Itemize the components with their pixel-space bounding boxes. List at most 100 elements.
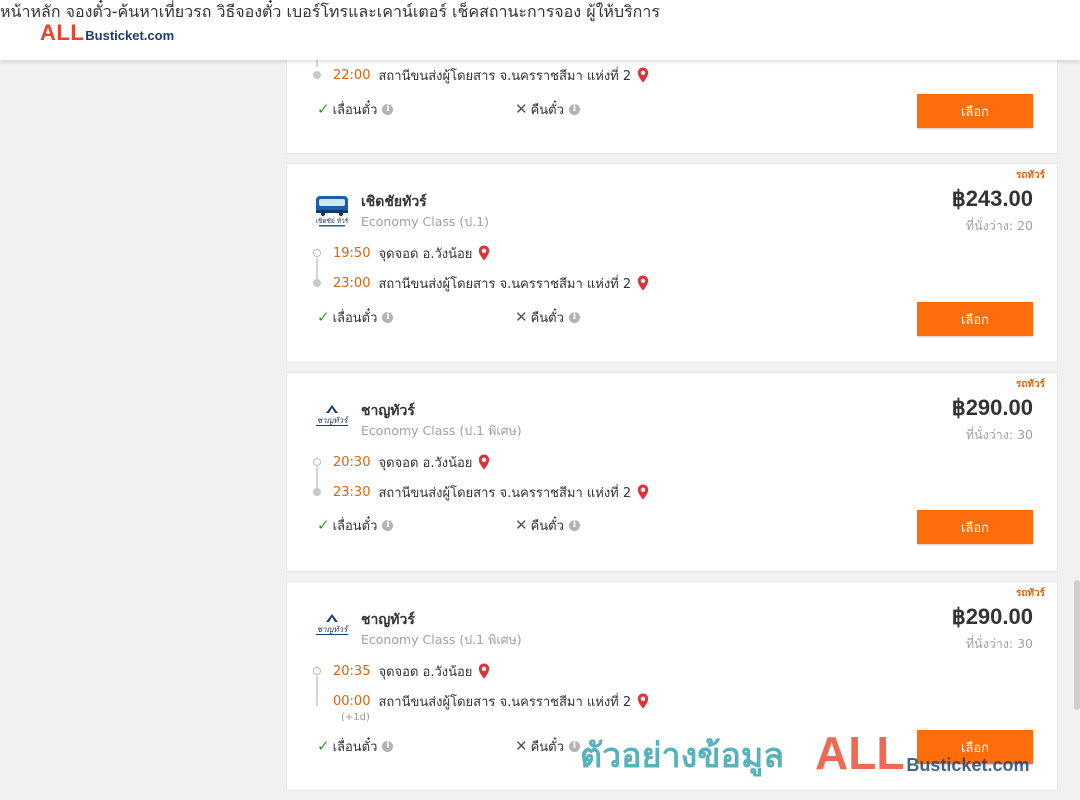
seats-available: ที่นั่งว่าง: 30 [965,427,1033,442]
scrollbar-thumb[interactable] [1074,580,1080,710]
refund-policy: ✕ คืนตั๋ว i [515,307,580,327]
check-icon: ✓ [317,737,330,755]
refund-label: คืนตั๋ว [530,739,564,755]
operator-logo: ชาญทัวร์ [313,610,351,648]
x-icon: ✕ [515,100,528,118]
arrival-time: 00:00 [333,693,371,709]
map-pin-icon[interactable] [637,67,649,83]
seats-available: ที่นั่งว่าง: 20 [965,218,1033,233]
departure-stop: 19:50 จุดจอด อ.วังน้อย [313,243,490,263]
stop-dot [313,249,321,257]
departure-time: 19:50 [333,245,371,261]
info-icon[interactable]: i [382,519,394,531]
reschedule-label: เลื่อนตั๋ว [332,102,378,118]
next-day-indicator: (+1d) [341,712,370,723]
trip-card: รถทัวร์ ชาญทัวร์ ชาญทัวร์ Economy Class … [286,372,1058,572]
operator-logo: เชิดชัย ทัวร์ [313,192,351,230]
stop-dot [313,488,321,496]
watermark-logo: ALL Busticket.com [815,726,1029,780]
select-button[interactable]: เลือก [917,94,1033,128]
top-navbar: ALL Busticket.com หน้าหลัก จองตั๋ว-ค้นหา… [0,0,1080,60]
seats-available: ที่นั่งว่าง: 30 [965,636,1033,651]
ticket-price: ฿290.00 [951,604,1033,629]
logo-caption: ชาญทัวร์ [317,624,350,634]
info-icon[interactable]: i [382,740,394,752]
departure-place: จุดจอด อ.วังน้อย [378,455,473,471]
watermark-logo-domain: Busticket.com [906,755,1030,775]
reschedule-label: เลื่อนตั๋ว [332,518,378,534]
select-button[interactable]: เลือก [917,302,1033,336]
info-icon[interactable]: i [568,311,580,323]
arrival-time: 23:30 [333,484,371,500]
reschedule-policy: ✓ เลื่อนตั๋ว i [317,736,394,756]
arrival-place: สถานีขนส่งผู้โดยสาร จ.นครราชสีมา แห่งที่… [378,485,632,501]
refund-policy: ✕ คืนตั๋ว i [515,99,580,119]
bus-type-tag: รถทัวร์ [1015,588,1045,599]
reschedule-policy: ✓ เลื่อนตั๋ว i [317,515,394,535]
arrival-time: 22:00 [333,67,371,83]
map-pin-icon[interactable] [637,484,649,500]
refund-label: คืนตั๋ว [530,518,564,534]
select-button[interactable]: เลือก [917,510,1033,544]
reschedule-policy: ✓ เลื่อนตั๋ว i [317,307,394,327]
departure-stop: 20:35 จุดจอด อ.วังน้อย [313,661,490,681]
info-icon[interactable]: i [568,740,580,752]
info-icon[interactable]: i [568,519,580,531]
operator-name: ชาญทัวร์ [361,403,415,419]
departure-time: 20:35 [333,663,371,679]
x-icon: ✕ [515,737,528,755]
refund-label: คืนตั๋ว [530,102,564,118]
site-logo[interactable]: ALL Busticket.com [40,20,174,45]
logo-all-text: ALL [40,20,85,45]
departure-stop: 20:30 จุดจอด อ.วังน้อย [313,452,490,472]
nav-check-booking[interactable]: เช็คสถานะการจอง [452,2,581,21]
map-pin-icon[interactable] [478,454,490,470]
nav-book-search[interactable]: จองตั๋ว-ค้นหาเที่ยวรถ [66,2,212,21]
operator-name: ชาญทัวร์ [361,612,415,628]
x-icon: ✕ [515,516,528,534]
arrival-place: สถานีขนส่งผู้โดยสาร จ.นครราชสีมา แห่งที่… [378,68,632,84]
info-icon[interactable]: i [382,311,394,323]
reschedule-label: เลื่อนตั๋ว [332,739,378,755]
logo-caption: เชิดชัย ทัวร์ [316,217,349,225]
nav-home[interactable]: หน้าหลัก [0,2,61,21]
x-icon: ✕ [515,308,528,326]
arrival-time: 23:00 [333,275,371,291]
info-icon[interactable]: i [568,103,580,115]
refund-label: คืนตั๋ว [530,310,564,326]
logo-caption: ชาญทัวร์ [317,415,350,425]
map-pin-icon[interactable] [637,693,649,709]
watermark-logo-all: ALL [815,727,905,779]
nav-phone-counters[interactable]: เบอร์โทรและเคาน์เตอร์ [287,2,447,21]
map-pin-icon[interactable] [637,275,649,291]
departure-place: จุดจอด อ.วังน้อย [378,664,473,680]
stop-dot [313,458,321,466]
nav-how-to-book[interactable]: วิธีจองตั๋ว [216,2,281,21]
check-icon: ✓ [317,308,330,326]
bus-class: Economy Class (ป.1 พิเศษ) [361,632,522,647]
bus-type-tag: รถทัวร์ [1015,170,1045,181]
info-icon[interactable]: i [382,103,394,115]
arrival-stop: 00:00 สถานีขนส่งผู้โดยสาร จ.นครราชสีมา แ… [313,691,649,711]
arrival-stop: 23:00 สถานีขนส่งผู้โดยสาร จ.นครราชสีมา แ… [313,273,649,293]
operator-name: เชิดชัยทัวร์ [361,194,427,210]
ticket-price: ฿290.00 [951,395,1033,420]
bus-class: Economy Class (ป.1) [361,214,490,229]
stop-dot [313,71,321,79]
refund-policy: ✕ คืนตั๋ว i [515,736,580,756]
map-pin-icon[interactable] [478,663,490,679]
arrival-stop: 23:30 สถานีขนส่งผู้โดยสาร จ.นครราชสีมา แ… [313,482,649,502]
arrival-place: สถานีขนส่งผู้โดยสาร จ.นครราชสีมา แห่งที่… [378,276,632,292]
ticket-price: ฿243.00 [951,186,1033,211]
operator-logo: ชาญทัวร์ [313,401,351,439]
arrival-place: สถานีขนส่งผู้โดยสาร จ.นครราชสีมา แห่งที่… [378,694,632,710]
stop-dot [313,279,321,287]
reschedule-label: เลื่อนตั๋ว [332,310,378,326]
nav-operators[interactable]: ผู้ให้บริการ [586,2,660,21]
check-icon: ✓ [317,100,330,118]
arrival-stop: 22:00 สถานีขนส่งผู้โดยสาร จ.นครราชสีมา แ… [313,65,649,85]
refund-policy: ✕ คืนตั๋ว i [515,515,580,535]
check-icon: ✓ [317,516,330,534]
trip-card: รถทัวร์ เชิดชัย ทัวร์ เชิดชัยทัวร์ Econo… [286,163,1058,363]
map-pin-icon[interactable] [478,245,490,261]
